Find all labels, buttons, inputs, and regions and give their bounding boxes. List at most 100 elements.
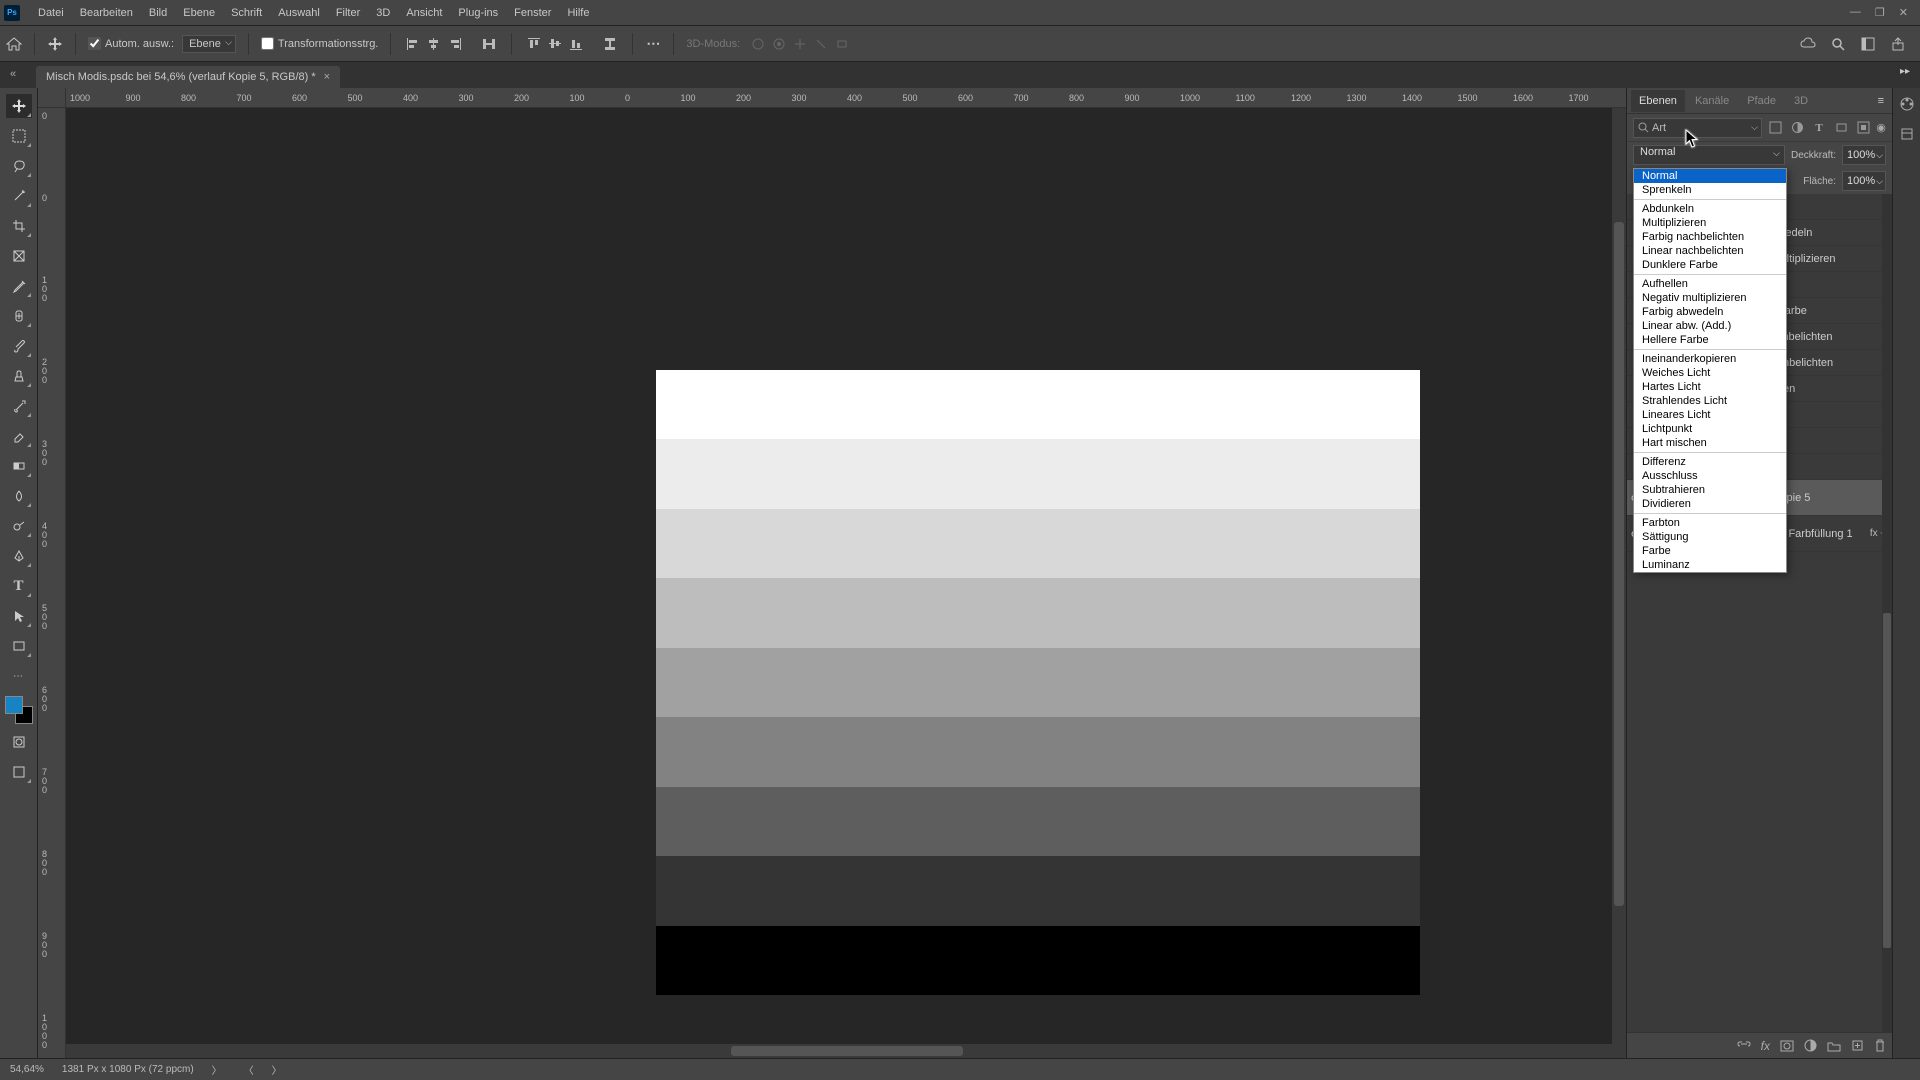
blend-option-negativ-multiplizieren[interactable]: Negativ multiplizieren [1634, 291, 1786, 305]
eyedropper-tool[interactable] [6, 274, 32, 298]
blend-option-weiches-licht[interactable]: Weiches Licht [1634, 366, 1786, 380]
blend-option-multiplizieren[interactable]: Multiplizieren [1634, 216, 1786, 230]
canvas[interactable] [66, 108, 1626, 1058]
clone-stamp-tool[interactable] [6, 364, 32, 388]
blend-option-abdunkeln[interactable]: Abdunkeln [1634, 202, 1786, 216]
status-info-chevron-icon[interactable]: 〉 [212, 1062, 222, 1077]
menu-hilfe[interactable]: Hilfe [559, 7, 597, 19]
maximize-button[interactable]: ❐ [1875, 6, 1885, 19]
layers-scrollbar[interactable] [1882, 194, 1892, 1032]
zoom-level[interactable]: 54,64% [10, 1064, 44, 1075]
align-bottom-button[interactable] [566, 34, 586, 54]
menu-datei[interactable]: Datei [30, 7, 72, 19]
menu-schrift[interactable]: Schrift [223, 7, 270, 19]
menu-bild[interactable]: Bild [141, 7, 175, 19]
menu-ansicht[interactable]: Ansicht [398, 7, 450, 19]
blend-option-dunklere-farbe[interactable]: Dunklere Farbe [1634, 258, 1786, 272]
menu-auswahl[interactable]: Auswahl [270, 7, 328, 19]
transform-controls-checkbox[interactable]: Transformationsstrg. [261, 37, 378, 50]
edit-toolbar-button[interactable]: ⋯ [6, 664, 32, 688]
home-icon[interactable] [6, 36, 22, 52]
blend-option-farbe[interactable]: Farbe [1634, 544, 1786, 558]
filter-shape-icon[interactable] [1832, 119, 1850, 137]
canvas-scrollbar-horizontal[interactable] [66, 1044, 1612, 1058]
adjustment-layer-icon[interactable] [1804, 1039, 1817, 1052]
workspace-icon[interactable] [1860, 36, 1876, 52]
blend-option-lichtpunkt[interactable]: Lichtpunkt [1634, 422, 1786, 436]
tab-channels[interactable]: Kanäle [1687, 90, 1737, 112]
align-right-button[interactable] [445, 34, 465, 54]
pen-tool[interactable] [6, 544, 32, 568]
panel-menu-icon[interactable]: ≡ [1878, 95, 1888, 107]
blend-mode-select[interactable]: Normal [1633, 145, 1785, 165]
blend-option-differenz[interactable]: Differenz [1634, 455, 1786, 469]
menu-ebene[interactable]: Ebene [175, 7, 223, 19]
link-layers-icon[interactable] [1737, 1040, 1751, 1052]
gradient-tool[interactable] [6, 454, 32, 478]
close-tab-icon[interactable]: × [324, 71, 330, 83]
opacity-input[interactable]: 100% [1842, 145, 1886, 165]
blend-option-normal[interactable]: Normal [1634, 169, 1786, 183]
layer-mask-icon[interactable] [1780, 1040, 1794, 1052]
menu-filter[interactable]: Filter [328, 7, 368, 19]
frame-tool[interactable] [6, 244, 32, 268]
share-icon[interactable] [1890, 36, 1906, 52]
color-swatch[interactable] [5, 696, 33, 724]
layer-style-icon[interactable]: fx [1761, 1039, 1770, 1053]
align-top-button[interactable] [524, 34, 544, 54]
blur-tool[interactable] [6, 484, 32, 508]
blend-option-hart-mischen[interactable]: Hart mischen [1634, 436, 1786, 450]
search-icon[interactable] [1830, 36, 1846, 52]
brush-tool[interactable] [6, 334, 32, 358]
delete-layer-icon[interactable] [1874, 1039, 1886, 1052]
document-tab[interactable]: Misch Modis.psdc bei 54,6% (verlauf Kopi… [36, 66, 340, 88]
menu-bearbeiten[interactable]: Bearbeiten [72, 7, 141, 19]
healing-brush-tool[interactable] [6, 304, 32, 328]
status-prev-icon[interactable]: 〈 [244, 1062, 254, 1077]
move-tool-icon[interactable] [47, 36, 63, 52]
blend-option-aufhellen[interactable]: Aufhellen [1634, 277, 1786, 291]
close-button[interactable]: ✕ [1899, 6, 1908, 19]
rectangle-tool[interactable] [6, 634, 32, 658]
blend-option-hartes-licht[interactable]: Hartes Licht [1634, 380, 1786, 394]
blend-option-ineinanderkopieren[interactable]: Ineinanderkopieren [1634, 352, 1786, 366]
blend-option-lineares-licht[interactable]: Lineares Licht [1634, 408, 1786, 422]
history-brush-tool[interactable] [6, 394, 32, 418]
align-center-h-button[interactable] [424, 34, 444, 54]
minimize-button[interactable]: — [1850, 6, 1861, 19]
filter-pixel-icon[interactable] [1766, 119, 1784, 137]
eraser-tool[interactable] [6, 424, 32, 448]
dodge-tool[interactable] [6, 514, 32, 538]
cloud-docs-icon[interactable] [1800, 36, 1816, 52]
blend-option-farbig-abwedeln[interactable]: Farbig abwedeln [1634, 305, 1786, 319]
foreground-color[interactable] [5, 696, 23, 714]
distribute-v-button[interactable] [600, 34, 620, 54]
auto-select-target-select[interactable]: Ebene [182, 35, 236, 53]
auto-select-checkbox[interactable]: Autom. ausw.: [88, 37, 174, 50]
filter-toggle-icon[interactable]: ◉ [1876, 119, 1886, 137]
blend-option-strahlendes-licht[interactable]: Strahlendes Licht [1634, 394, 1786, 408]
screen-mode-button[interactable] [6, 760, 32, 784]
tab-paths[interactable]: Pfade [1739, 90, 1784, 112]
blend-option-farbig-nachbelichten[interactable]: Farbig nachbelichten [1634, 230, 1786, 244]
fill-input[interactable]: 100% [1842, 171, 1886, 191]
properties-panel-icon[interactable] [1899, 126, 1915, 142]
vertical-ruler[interactable]: 001002003004005006007008009001000 [38, 108, 66, 1058]
quick-mask-button[interactable] [6, 730, 32, 754]
type-tool[interactable]: T [6, 574, 32, 598]
blend-option-hellere-farbe[interactable]: Hellere Farbe [1634, 333, 1786, 347]
path-selection-tool[interactable] [6, 604, 32, 628]
horizontal-ruler[interactable]: 1000900800700600500400300200100010020030… [66, 88, 1626, 108]
lasso-tool[interactable] [6, 154, 32, 178]
blend-option-linear-abw-add-[interactable]: Linear abw. (Add.) [1634, 319, 1786, 333]
canvas-scrollbar-vertical[interactable] [1612, 108, 1626, 1058]
menu-plug-ins[interactable]: Plug-ins [450, 7, 506, 19]
blend-option-s-ttigung[interactable]: Sättigung [1634, 530, 1786, 544]
blend-option-linear-nachbelichten[interactable]: Linear nachbelichten [1634, 244, 1786, 258]
marquee-tool[interactable] [6, 124, 32, 148]
status-next-icon[interactable]: 〉 [272, 1062, 282, 1077]
menu-fenster[interactable]: Fenster [506, 7, 559, 19]
filter-smartobject-icon[interactable] [1854, 119, 1872, 137]
blend-option-ausschluss[interactable]: Ausschluss [1634, 469, 1786, 483]
ruler-origin[interactable] [38, 88, 66, 108]
